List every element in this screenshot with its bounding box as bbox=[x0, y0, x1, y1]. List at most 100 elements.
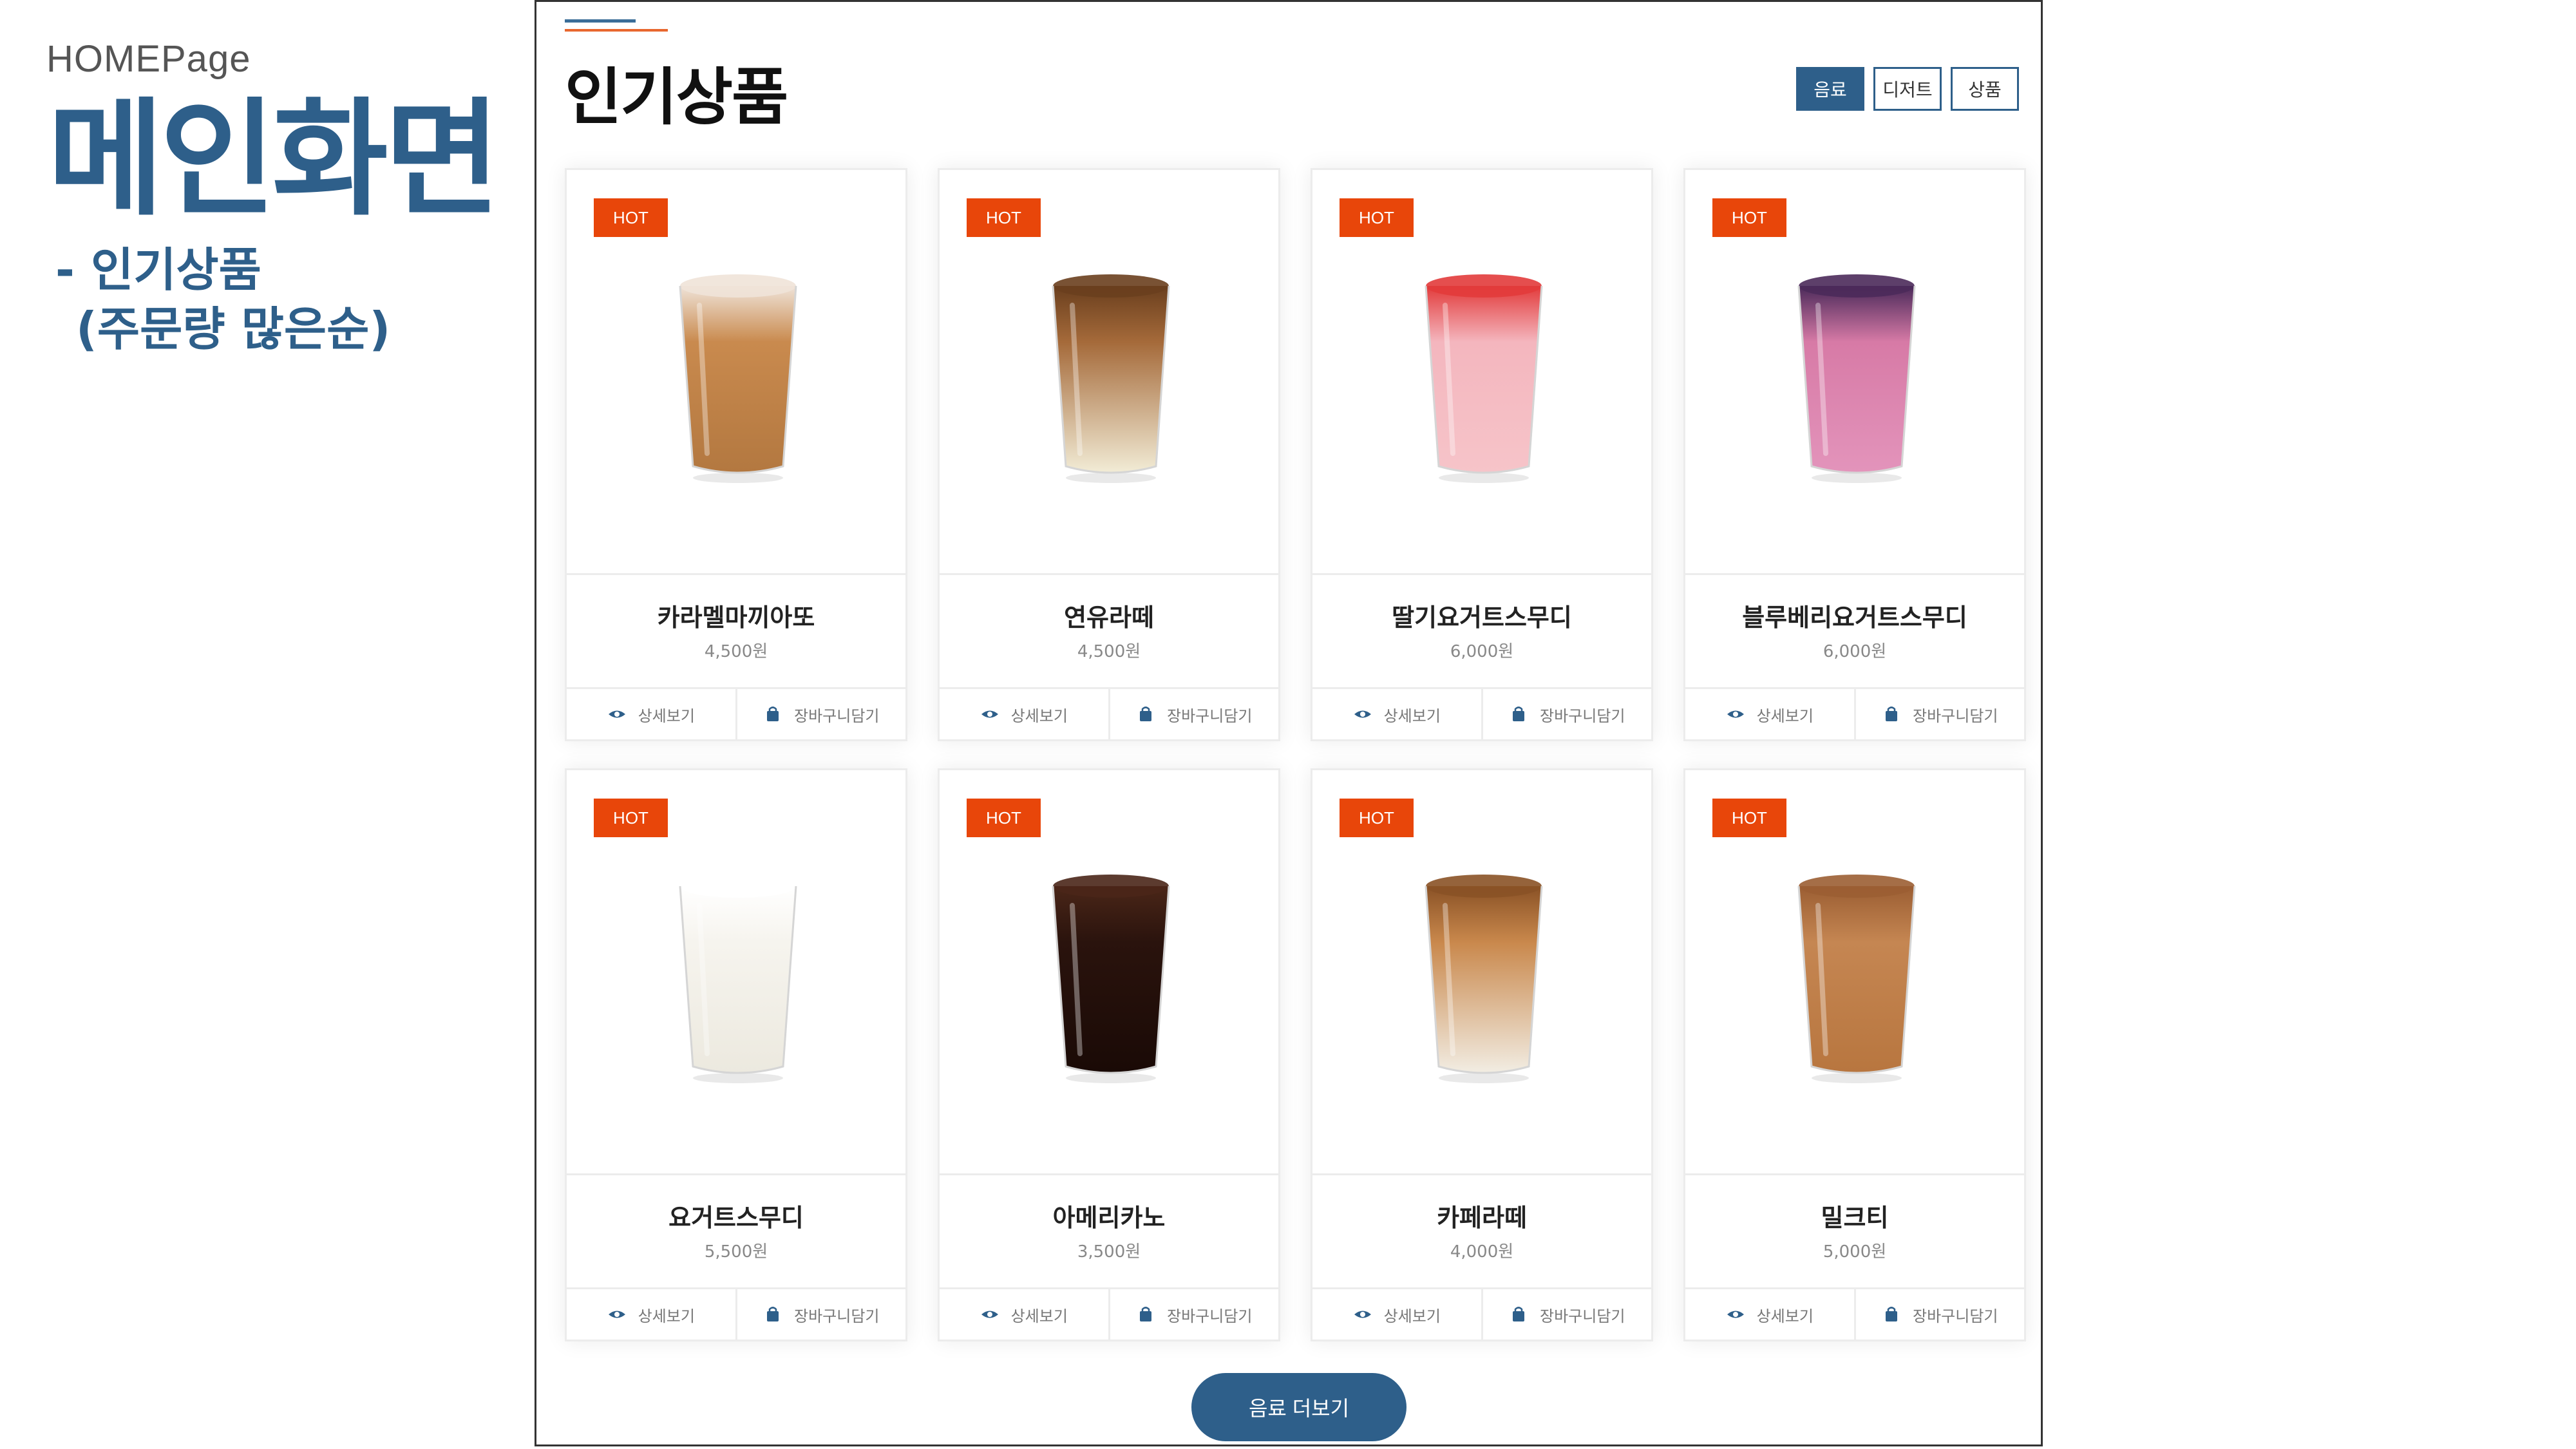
add-to-cart-button[interactable]: 장바구니담기 bbox=[1481, 1289, 1652, 1340]
shopping-bag-icon bbox=[1140, 706, 1151, 721]
product-price: 5,000원 bbox=[1823, 1242, 1887, 1262]
product-image-area[interactable]: HOT bbox=[1685, 770, 2024, 1175]
add-to-cart-button[interactable]: 장바구니담기 bbox=[735, 689, 906, 739]
detail-label: 상세보기 bbox=[638, 1307, 695, 1325]
cart-label: 장바구니담기 bbox=[794, 706, 880, 725]
product-card[interactable]: HOT 요거트스무디 5,500원 상세보기 장바구니담기 bbox=[565, 768, 907, 1341]
shopping-bag-icon bbox=[1140, 1307, 1151, 1321]
cart-label: 장바구니담기 bbox=[1167, 1307, 1253, 1325]
product-actions: 상세보기 장바구니담기 bbox=[1685, 1287, 2024, 1340]
detail-label: 상세보기 bbox=[1010, 1307, 1068, 1325]
eye-icon bbox=[1354, 710, 1371, 718]
product-card[interactable]: HOT 카라멜마끼아또 4,500원 상세보기 장바구니담기 bbox=[565, 168, 907, 741]
add-to-cart-button[interactable]: 장바구니담기 bbox=[1481, 689, 1652, 739]
product-card[interactable]: HOT 연유라떼 4,500원 상세보기 장바구니담기 bbox=[938, 168, 1280, 741]
product-image bbox=[1425, 274, 1543, 483]
product-image bbox=[679, 274, 797, 483]
detail-label: 상세보기 bbox=[1383, 706, 1441, 725]
add-to-cart-button[interactable]: 장바구니담기 bbox=[1853, 689, 2025, 739]
detail-label: 상세보기 bbox=[1756, 706, 1814, 725]
product-image-area[interactable]: HOT bbox=[1312, 170, 1651, 575]
product-price: 4,000원 bbox=[1450, 1242, 1514, 1262]
shopping-bag-icon bbox=[767, 706, 779, 721]
tab-beverage[interactable]: 음료 bbox=[1796, 67, 1864, 111]
product-name[interactable]: 요거트스무디 bbox=[567, 1198, 905, 1233]
add-to-cart-button[interactable]: 장바구니담기 bbox=[735, 1289, 906, 1340]
product-actions: 상세보기 장바구니담기 bbox=[567, 687, 905, 739]
hot-badge: HOT bbox=[1340, 799, 1414, 837]
product-image bbox=[1052, 274, 1170, 483]
detail-button[interactable]: 상세보기 bbox=[567, 689, 735, 739]
product-image-area[interactable]: HOT bbox=[940, 170, 1278, 575]
shopping-bag-icon bbox=[1513, 1307, 1524, 1321]
product-actions: 상세보기 장바구니담기 bbox=[1685, 687, 2024, 739]
slide-title: 메인화면 bbox=[48, 86, 500, 233]
add-to-cart-button[interactable]: 장바구니담기 bbox=[1108, 1289, 1279, 1340]
product-name[interactable]: 블루베리요거트스무디 bbox=[1685, 598, 2024, 633]
detail-button[interactable]: 상세보기 bbox=[1312, 689, 1481, 739]
product-card[interactable]: HOT 카페라떼 4,000원 상세보기 장바구니담기 bbox=[1311, 768, 1653, 1341]
product-card[interactable]: HOT 밀크티 5,000원 상세보기 장바구니담기 bbox=[1683, 768, 2026, 1341]
detail-label: 상세보기 bbox=[1383, 1307, 1441, 1325]
eye-icon bbox=[608, 710, 625, 718]
product-name[interactable]: 카페라떼 bbox=[1312, 1198, 1651, 1233]
product-image bbox=[1052, 875, 1170, 1083]
product-card[interactable]: HOT 딸기요거트스무디 6,000원 상세보기 장바구니담기 bbox=[1311, 168, 1653, 741]
product-price: 4,500원 bbox=[704, 642, 768, 661]
eye-icon bbox=[981, 710, 998, 718]
product-price: 5,500원 bbox=[704, 1242, 768, 1262]
product-image bbox=[679, 875, 797, 1083]
product-image bbox=[1797, 274, 1916, 483]
product-name[interactable]: 연유라떼 bbox=[940, 598, 1278, 633]
hot-badge: HOT bbox=[967, 198, 1041, 237]
detail-button[interactable]: 상세보기 bbox=[567, 1289, 735, 1340]
product-grid: HOT 카라멜마끼아또 4,500원 상세보기 장바구니담기 HOT 연유라떼 … bbox=[565, 168, 2027, 1341]
shopping-bag-icon bbox=[1886, 1307, 1897, 1321]
slide-subtitle-line2: (주문량 많은순) bbox=[76, 302, 391, 356]
cart-label: 장바구니담기 bbox=[1913, 706, 1998, 725]
hot-badge: HOT bbox=[594, 198, 668, 237]
detail-button[interactable]: 상세보기 bbox=[1312, 1289, 1481, 1340]
product-name[interactable]: 카라멜마끼아또 bbox=[567, 598, 905, 633]
more-beverages-button[interactable]: 음료 더보기 bbox=[1191, 1373, 1406, 1441]
shopping-bag-icon bbox=[1886, 706, 1897, 721]
tab-goods[interactable]: 상품 bbox=[1951, 67, 2019, 111]
add-to-cart-button[interactable]: 장바구니담기 bbox=[1108, 689, 1279, 739]
tab-dessert[interactable]: 디저트 bbox=[1873, 67, 1942, 111]
shopping-bag-icon bbox=[1513, 706, 1524, 721]
detail-label: 상세보기 bbox=[1756, 1307, 1814, 1325]
eye-icon bbox=[1354, 1311, 1371, 1318]
eye-icon bbox=[981, 1311, 998, 1318]
hot-badge: HOT bbox=[594, 799, 668, 837]
product-card[interactable]: HOT 아메리카노 3,500원 상세보기 장바구니담기 bbox=[938, 768, 1280, 1341]
product-image-area[interactable]: HOT bbox=[567, 770, 905, 1175]
product-actions: 상세보기 장바구니담기 bbox=[940, 1287, 1278, 1340]
product-actions: 상세보기 장바구니담기 bbox=[1312, 1287, 1651, 1340]
detail-button[interactable]: 상세보기 bbox=[1685, 689, 1854, 739]
add-to-cart-button[interactable]: 장바구니담기 bbox=[1853, 1289, 2025, 1340]
cart-label: 장바구니담기 bbox=[1540, 706, 1625, 725]
product-price: 6,000원 bbox=[1823, 642, 1887, 661]
product-image-area[interactable]: HOT bbox=[1685, 170, 2024, 575]
product-image-area[interactable]: HOT bbox=[1312, 770, 1651, 1175]
product-actions: 상세보기 장바구니담기 bbox=[1312, 687, 1651, 739]
category-tabs: 음료 디저트 상품 bbox=[1796, 67, 2019, 111]
shopping-bag-icon bbox=[767, 1307, 779, 1321]
product-image bbox=[1797, 875, 1916, 1083]
product-card[interactable]: HOT 블루베리요거트스무디 6,000원 상세보기 장바구니담기 bbox=[1683, 168, 2026, 741]
product-actions: 상세보기 장바구니담기 bbox=[940, 687, 1278, 739]
detail-button[interactable]: 상세보기 bbox=[940, 689, 1108, 739]
product-image-area[interactable]: HOT bbox=[940, 770, 1278, 1175]
cart-label: 장바구니담기 bbox=[1167, 706, 1253, 725]
product-image-area[interactable]: HOT bbox=[567, 170, 905, 575]
detail-button[interactable]: 상세보기 bbox=[940, 1289, 1108, 1340]
product-name[interactable]: 밀크티 bbox=[1685, 1198, 2024, 1233]
detail-label: 상세보기 bbox=[638, 706, 695, 725]
cart-label: 장바구니담기 bbox=[1913, 1307, 1998, 1325]
eye-icon bbox=[608, 1311, 625, 1318]
product-name[interactable]: 딸기요거트스무디 bbox=[1312, 598, 1651, 633]
cart-label: 장바구니담기 bbox=[1540, 1307, 1625, 1325]
product-name[interactable]: 아메리카노 bbox=[940, 1198, 1278, 1233]
product-price: 6,000원 bbox=[1450, 642, 1514, 661]
detail-button[interactable]: 상세보기 bbox=[1685, 1289, 1854, 1340]
